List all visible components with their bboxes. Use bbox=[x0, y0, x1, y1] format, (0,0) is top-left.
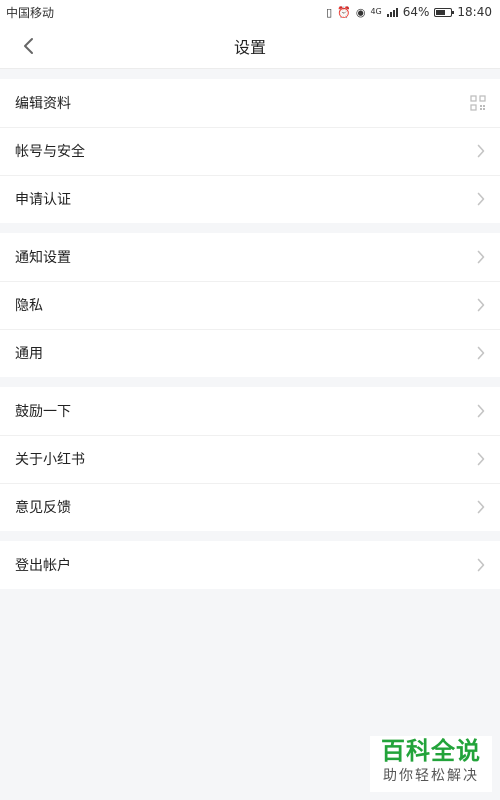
settings-row[interactable]: 登出帐户 bbox=[0, 541, 500, 589]
settings-row[interactable]: 帐号与安全 bbox=[0, 127, 500, 175]
settings-row-label: 登出帐户 bbox=[15, 558, 71, 574]
settings-group: 编辑资料帐号与安全申请认证 bbox=[0, 79, 500, 223]
watermark-logo: 百科全说 助你轻松解决 bbox=[370, 736, 492, 792]
group-separator bbox=[0, 377, 500, 387]
settings-group: 通知设置 隐私 通用 bbox=[0, 233, 500, 377]
group-separator bbox=[0, 531, 500, 541]
chevron-right-icon bbox=[476, 192, 486, 206]
network-type-label: 4G bbox=[370, 7, 382, 16]
chevron-right-icon bbox=[476, 500, 486, 514]
chevron-right-icon bbox=[476, 404, 486, 418]
settings-row[interactable]: 通用 bbox=[0, 329, 500, 377]
group-separator bbox=[0, 69, 500, 79]
settings-group: 登出帐户 bbox=[0, 541, 500, 589]
settings-group: 鼓励一下关于小红书意见反馈 bbox=[0, 387, 500, 531]
chevron-right-icon bbox=[476, 558, 486, 572]
watermark-title: 百科全说 bbox=[381, 737, 481, 765]
navigation-bar: 设置 bbox=[0, 24, 500, 69]
battery-percent: 64% bbox=[402, 5, 430, 19]
settings-row[interactable]: 意见反馈 bbox=[0, 483, 500, 531]
clock: 18:40 bbox=[457, 5, 492, 19]
settings-list: 编辑资料帐号与安全申请认证通知设置隐私通用鼓励一下关于小红书意见反馈登出帐户 bbox=[0, 69, 500, 589]
settings-row-label: 编辑资料 bbox=[15, 96, 71, 112]
settings-row-label: 通用 bbox=[15, 346, 43, 362]
settings-row-label: 意见反馈 bbox=[15, 500, 71, 516]
settings-row[interactable]: 编辑资料 bbox=[0, 79, 500, 127]
settings-row[interactable]: 申请认证 bbox=[0, 175, 500, 223]
chevron-right-icon bbox=[476, 298, 486, 312]
status-bar: 中国移动 ▯ ⏰ ◉ 4G 64% 18:40 bbox=[0, 0, 500, 24]
settings-row-label: 申请认证 bbox=[15, 192, 71, 208]
carrier-label: 中国移动 bbox=[6, 5, 55, 20]
settings-row[interactable]: 鼓励一下 bbox=[0, 387, 500, 435]
chevron-right-icon bbox=[476, 346, 486, 360]
settings-row-label: 帐号与安全 bbox=[15, 144, 85, 160]
signal-icon bbox=[386, 7, 398, 17]
settings-row-label: 通知设置 bbox=[15, 250, 71, 266]
status-icons: ▯ ⏰ ◉ 4G 64% 18:40 bbox=[326, 5, 492, 19]
settings-row[interactable]: 关于小红书 bbox=[0, 435, 500, 483]
chevron-right-icon bbox=[476, 144, 486, 158]
qr-code-icon bbox=[470, 95, 486, 111]
back-button[interactable] bbox=[14, 24, 42, 68]
chevron-right-icon bbox=[476, 250, 486, 264]
settings-row[interactable]: 通知设置 bbox=[0, 233, 500, 281]
alarm-icon: ⏰ bbox=[337, 5, 351, 19]
battery-icon bbox=[434, 7, 455, 17]
settings-row-label: 隐私 bbox=[15, 298, 43, 314]
settings-row[interactable]: 隐私 bbox=[0, 281, 500, 329]
chevron-right-icon bbox=[476, 452, 486, 466]
settings-row-label: 关于小红书 bbox=[15, 452, 85, 468]
vibrate-icon: ▯ bbox=[326, 5, 333, 19]
chevron-left-icon bbox=[24, 38, 33, 54]
page-title: 设置 bbox=[233, 38, 266, 57]
eye-icon: ◉ bbox=[355, 5, 366, 19]
group-separator bbox=[0, 223, 500, 233]
settings-row-label: 鼓励一下 bbox=[15, 404, 71, 420]
watermark-subtitle: 助你轻松解决 bbox=[383, 768, 479, 784]
